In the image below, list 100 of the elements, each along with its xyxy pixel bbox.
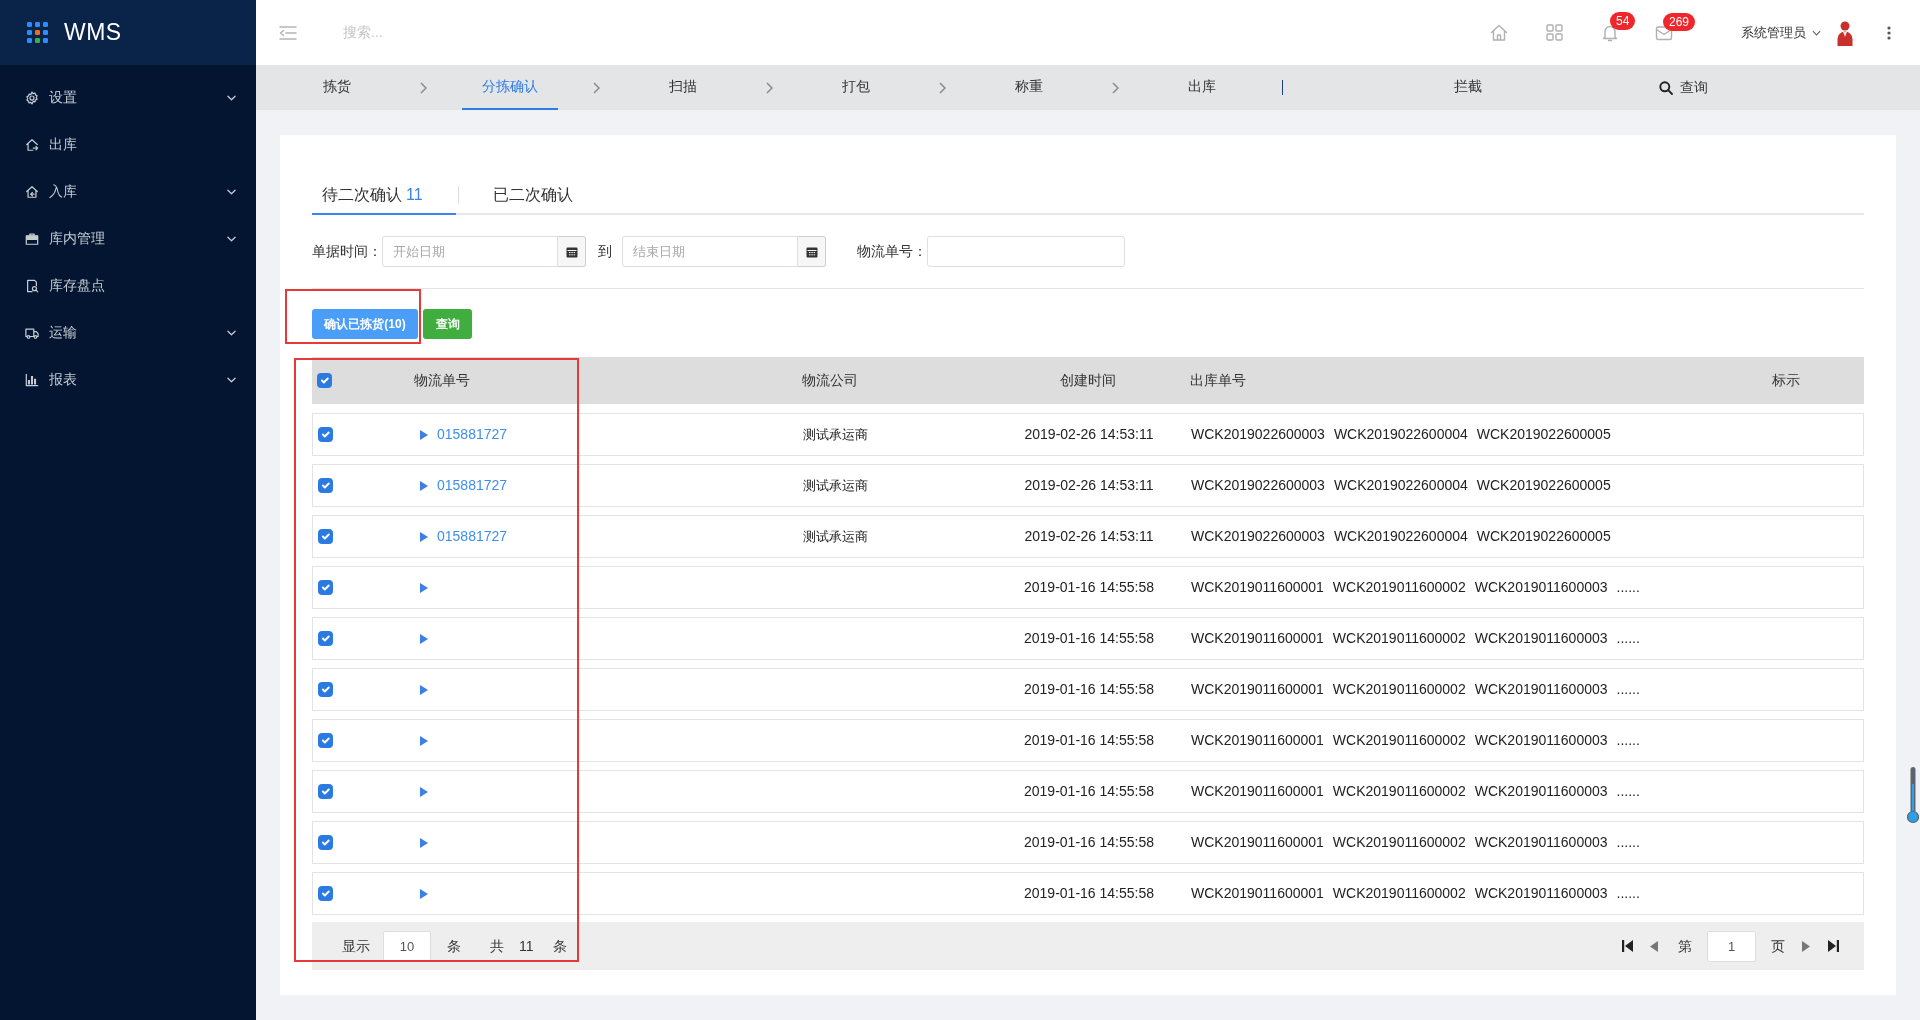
outbound-number: WCK2019022600005 [1476, 527, 1611, 546]
row-checkbox[interactable] [318, 631, 333, 646]
created-time: 2019-02-26 14:53:11 [1024, 528, 1154, 544]
tab[interactable]: 已二次确认 [483, 177, 583, 215]
created-time: 2019-02-26 14:53:11 [1024, 426, 1154, 442]
expand-caret-icon[interactable] [420, 531, 428, 542]
column-header: 标示 [1772, 372, 1800, 388]
notification-badge: 54 [1610, 11, 1636, 30]
created-time: 2019-01-16 14:55:58 [1024, 681, 1154, 697]
sidebar-item[interactable]: 库内管理 [0, 215, 256, 262]
row-checkbox[interactable] [318, 478, 333, 493]
created-time: 2019-01-16 14:55:58 [1024, 579, 1154, 595]
home-icon[interactable] [1490, 24, 1508, 41]
carrier-name: 测试承运商 [803, 478, 868, 493]
last-page-icon[interactable] [1828, 940, 1839, 952]
calendar-icon [805, 245, 818, 258]
more-indicator: ...... [1616, 782, 1640, 801]
next-page-icon[interactable] [1802, 940, 1810, 952]
expand-caret-icon[interactable] [420, 429, 428, 440]
row-checkbox[interactable] [318, 733, 333, 748]
expand-caret-icon[interactable] [420, 735, 428, 746]
more-indicator: ...... [1616, 578, 1640, 597]
expand-caret-icon[interactable] [420, 480, 428, 491]
created-time: 2019-01-16 14:55:58 [1024, 834, 1154, 850]
select-all-checkbox[interactable] [317, 373, 332, 388]
more-indicator: ...... [1616, 629, 1640, 648]
outbound-number: WCK2019011600002 [1332, 731, 1466, 750]
search-field[interactable]: 搜索... [341, 21, 641, 44]
tracking-number-field[interactable] [927, 236, 1125, 267]
outbound-number: WCK2019011600001 [1191, 782, 1324, 801]
expand-caret-icon[interactable] [420, 684, 428, 695]
user-menu[interactable]: 系统管理员 [1741, 22, 1821, 43]
outbound-number: WCK2019011600002 [1332, 782, 1466, 801]
row-checkbox[interactable] [318, 886, 333, 901]
outbound-number: WCK2019011600001 [1191, 629, 1324, 648]
calendar-button[interactable] [798, 236, 826, 267]
workflow-step[interactable]: 扫描 [649, 65, 717, 110]
outbound-number: WCK2019022600004 [1333, 527, 1468, 546]
expand-caret-icon[interactable] [420, 633, 428, 644]
date-field[interactable]: 开始日期 [382, 236, 558, 267]
workflow-step[interactable]: 称重 [995, 65, 1063, 110]
sidebar-item[interactable]: 库存盘点 [0, 262, 256, 309]
expand-caret-icon[interactable] [420, 888, 428, 899]
sidebar-item[interactable]: 入库 [0, 168, 256, 215]
outbound-number: WCK2019022600003 [1191, 476, 1325, 495]
outbound-number: WCK2019022600005 [1476, 425, 1611, 444]
dot-grid-logo-icon [27, 22, 48, 43]
row-checkbox[interactable] [318, 784, 333, 799]
more-icon[interactable] [1887, 25, 1891, 40]
row-checkbox[interactable] [318, 682, 333, 697]
first-page-icon[interactable] [1622, 940, 1633, 952]
sidebar-item[interactable]: 出库 [0, 121, 256, 168]
expand-caret-icon[interactable] [420, 582, 428, 593]
outbound-number: WCK2019022600004 [1333, 425, 1468, 444]
date-field[interactable]: 结束日期 [622, 236, 798, 267]
thermometer-icon[interactable] [1907, 766, 1919, 824]
outbound-number: WCK2019011600001 [1191, 884, 1324, 903]
avatar-icon[interactable] [1837, 19, 1853, 46]
workflow-step[interactable]: 拣货 [303, 65, 371, 110]
carrier-name: 测试承运商 [803, 529, 868, 544]
workflow-step[interactable]: 出库 [1168, 65, 1236, 110]
page-label: 第 [1678, 936, 1692, 956]
expand-caret-icon[interactable] [420, 786, 428, 797]
house-arrow-icon [25, 137, 39, 152]
sidebar-item[interactable]: 设置 [0, 74, 256, 121]
outbound-number: WCK2019011600003 [1474, 629, 1608, 648]
tab[interactable]: 待二次确认 11 [312, 177, 456, 215]
unit-label: 条 [552, 936, 567, 956]
page-size-field[interactable]: 10 [383, 930, 431, 962]
prev-page-icon[interactable] [1650, 940, 1658, 952]
outbound-number: WCK2019011600002 [1332, 680, 1466, 699]
outbound-number: WCK2019011600002 [1332, 629, 1466, 648]
row-checkbox[interactable] [318, 580, 333, 595]
sidebar-item[interactable]: 报表 [0, 356, 256, 403]
sidebar-item[interactable]: 运输 [0, 309, 256, 356]
expand-caret-icon[interactable] [420, 837, 428, 848]
chevron-right-icon [939, 81, 946, 94]
page-size-label: 显示 [342, 936, 370, 956]
briefcase-icon [25, 231, 39, 246]
more-indicator: ...... [1616, 884, 1640, 903]
chevron-right-icon [420, 81, 427, 94]
chevron-down-icon [1812, 29, 1821, 36]
workflow-step[interactable]: 打包 [822, 65, 890, 110]
workflow-step[interactable]: 拦截 [1434, 65, 1502, 110]
created-time: 2019-02-26 14:53:11 [1024, 477, 1154, 493]
row-checkbox[interactable] [318, 835, 333, 850]
page-field[interactable]: 1 [1707, 930, 1756, 962]
created-time: 2019-01-16 14:55:58 [1024, 885, 1154, 901]
outbound-number: WCK2019022600003 [1191, 425, 1325, 444]
chevron-right-icon [593, 81, 600, 94]
outbound-number: WCK2019011600002 [1332, 884, 1466, 903]
total-count: 11 [519, 936, 534, 956]
calendar-icon [565, 245, 578, 258]
row-checkbox[interactable] [318, 427, 333, 442]
bell-icon[interactable] [1602, 23, 1618, 42]
calendar-button[interactable] [558, 236, 586, 267]
row-checkbox[interactable] [318, 529, 333, 544]
unit-label: 条 [447, 936, 461, 956]
search-button[interactable]: 查询 [1659, 65, 1708, 110]
outbound-number: WCK2019011600003 [1474, 680, 1608, 699]
